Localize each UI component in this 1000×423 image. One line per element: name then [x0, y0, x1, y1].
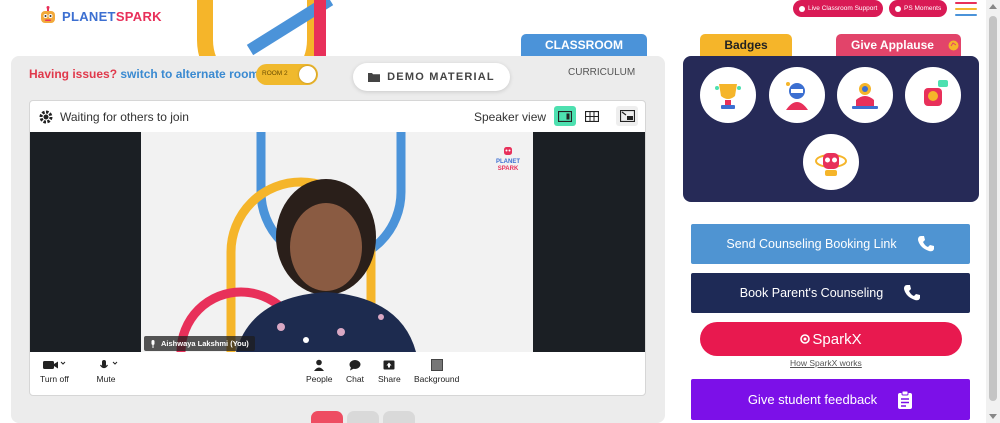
hamburger-menu-icon[interactable] — [955, 2, 977, 20]
bottom-end-call-icon[interactable] — [311, 411, 343, 423]
switch-room-link[interactable]: switch to alternate room — [120, 67, 259, 81]
demo-material-label: DEMO MATERIAL — [387, 71, 495, 83]
bottom-toolbar-partial — [275, 411, 415, 423]
participant-video-image — [141, 132, 533, 352]
phone-icon — [917, 236, 934, 252]
microphone-icon — [100, 360, 118, 369]
pip-icon — [619, 110, 635, 122]
logo-text-planet: PLANET — [62, 8, 116, 24]
people-label: People — [306, 374, 333, 384]
clipboard-icon — [898, 390, 913, 409]
video-call-window: Waiting for others to join Speaker view — [29, 100, 646, 396]
send-counseling-link-button[interactable]: Send Counseling Booking Link — [691, 224, 970, 264]
room-toggle[interactable]: ROOM 2 — [256, 64, 318, 85]
tab-classroom[interactable]: CLASSROOM — [521, 34, 647, 56]
tab-give-applause[interactable]: Give Applause — [836, 34, 961, 56]
logo-text-spark: SPARK — [115, 8, 162, 24]
bottom-fullscreen-icon[interactable] — [275, 411, 307, 423]
camera-icon — [43, 361, 66, 369]
trophy-badge-icon[interactable] — [700, 67, 756, 123]
scroll-up-arrow-icon[interactable] — [989, 4, 997, 9]
chat-button[interactable]: Chat — [346, 359, 364, 384]
rocket-badge-icon[interactable] — [837, 67, 893, 123]
give-feedback-label: Give student feedback — [747, 392, 878, 407]
settings-gear-icon[interactable] — [38, 109, 54, 125]
sparkx-label: SparkX — [812, 330, 862, 348]
book-parent-label: Book Parent's Counseling — [739, 286, 884, 300]
moments-icon — [895, 5, 901, 12]
mute-button[interactable]: Mute — [93, 359, 119, 384]
live-support-label: Live Classroom Support — [808, 5, 878, 12]
robot-logo-icon — [41, 6, 55, 23]
page: PLANETSPARK Live Classroom Support PS Mo… — [0, 0, 1000, 423]
video-stage: PLANET SPARK Aishwaya Lakshmi (You) — [30, 132, 645, 352]
live-classroom-support-button[interactable]: Live Classroom Support — [793, 0, 884, 17]
share-label: Share — [378, 374, 401, 384]
idea-badge-icon[interactable] — [905, 67, 961, 123]
badges-panel — [683, 56, 979, 202]
share-screen-icon — [383, 360, 395, 370]
participant-name-tag: Aishwaya Lakshmi (You) — [144, 336, 255, 351]
mute-label: Mute — [96, 374, 116, 384]
phone-icon — [904, 285, 921, 301]
folder-icon — [368, 73, 381, 82]
call-controls-bar: Turn off Mute People Chat Share Backgrou… — [30, 352, 645, 395]
video-toolbar: Waiting for others to join — [30, 101, 645, 132]
picture-in-picture-button[interactable] — [616, 106, 638, 126]
toggle-knob — [299, 66, 316, 83]
feed-robot-icon — [504, 147, 512, 155]
tab-curriculum[interactable]: CURRICULUM — [568, 67, 635, 78]
bottom-whiteboard-icon[interactable] — [347, 411, 379, 423]
book-parent-counseling-button[interactable]: Book Parent's Counseling — [691, 273, 970, 313]
sparkx-button[interactable]: SparkX — [700, 322, 962, 356]
gallery-view-button[interactable] — [581, 106, 603, 126]
hero-badge-icon[interactable] — [769, 67, 825, 123]
sparkx-logo-icon — [800, 334, 811, 344]
scroll-down-arrow-icon[interactable] — [989, 414, 997, 419]
robot-badge-icon[interactable] — [803, 134, 859, 190]
background-image-icon — [430, 359, 443, 371]
turn-off-label: Turn off — [40, 374, 69, 384]
clap-hands-icon — [948, 40, 959, 50]
how-sparkx-works-link[interactable]: How SparkX works — [790, 358, 862, 368]
feed-logo-line1: PLANET — [496, 159, 520, 165]
people-button[interactable]: People — [306, 359, 332, 384]
speaker-view-label: Speaker view — [474, 110, 547, 124]
room-toggle-label: ROOM 2 — [262, 70, 288, 77]
background-button[interactable]: Background — [414, 359, 459, 384]
turn-off-camera-button[interactable]: Turn off — [40, 359, 69, 384]
chat-label: Chat — [346, 374, 364, 384]
send-counseling-label: Send Counseling Booking Link — [726, 237, 897, 251]
participant-video-feed: PLANET SPARK — [141, 132, 533, 352]
tab-badges[interactable]: Badges — [700, 34, 792, 56]
chat-bubble-icon — [349, 360, 361, 371]
speaker-view-button[interactable] — [554, 106, 576, 126]
page-scrollbar[interactable] — [986, 0, 1000, 423]
mic-icon — [151, 339, 155, 348]
people-icon — [314, 359, 325, 371]
issues-prompt: Having issues? switch to alternate room — [29, 67, 259, 81]
demo-material-button[interactable]: DEMO MATERIAL — [353, 63, 510, 91]
background-label: Background — [414, 374, 460, 384]
support-icon — [799, 5, 805, 12]
ps-moments-button[interactable]: PS Moments — [889, 0, 948, 17]
give-applause-label: Give Applause — [851, 38, 934, 52]
feed-logo-line2: SPARK — [497, 166, 519, 172]
feed-planetspark-logo: PLANET SPARK — [496, 144, 520, 173]
grid-icon — [585, 110, 599, 122]
ps-moments-label: PS Moments — [904, 5, 942, 12]
planetspark-logo[interactable]: PLANETSPARK — [38, 6, 162, 26]
bottom-globe-icon[interactable] — [383, 411, 415, 423]
participant-name: Aishwaya Lakshmi (You) — [161, 339, 249, 348]
share-button[interactable]: Share — [378, 359, 401, 384]
give-student-feedback-button[interactable]: Give student feedback — [691, 379, 970, 420]
speaker-view-icon — [558, 110, 572, 122]
issues-text: Having issues? — [29, 67, 118, 81]
scrollbar-thumb[interactable] — [989, 16, 997, 401]
call-status-text: Waiting for others to join — [60, 109, 189, 124]
